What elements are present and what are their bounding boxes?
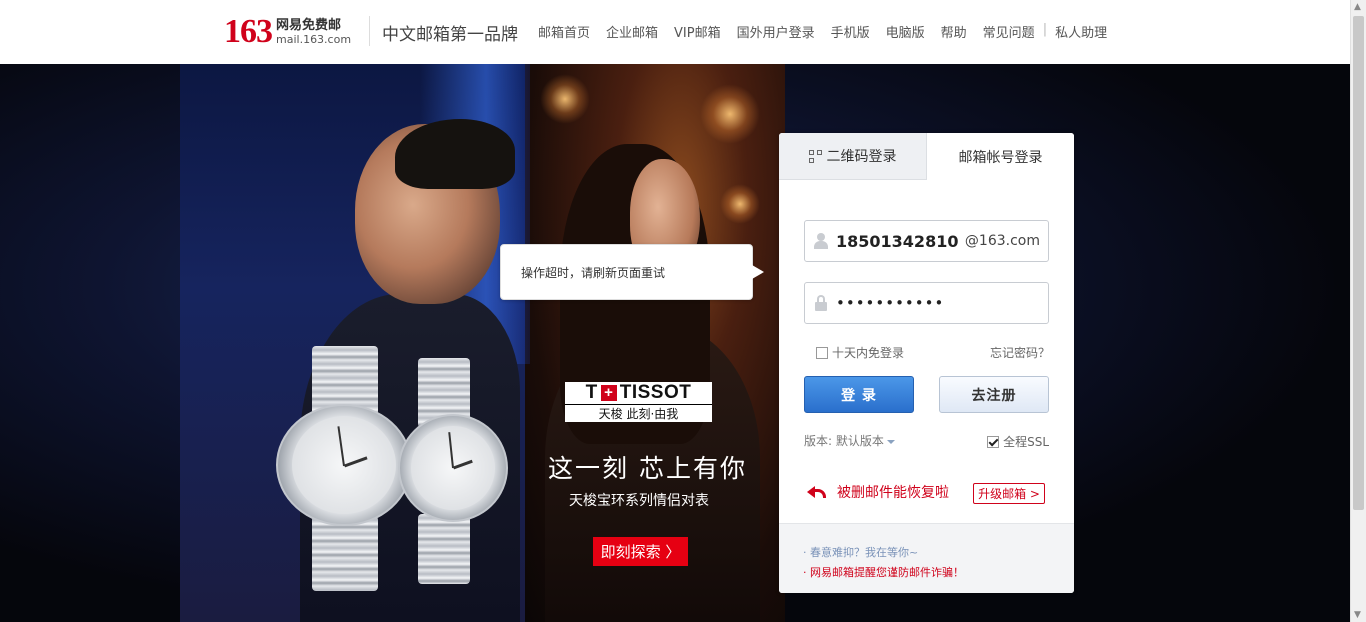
header-divider — [369, 16, 370, 46]
logo-en-text: mail.163.com — [276, 33, 352, 47]
scrollbar-thumb[interactable] — [1353, 16, 1364, 510]
upgrade-mailbox-button[interactable]: 升级邮箱 > — [973, 483, 1045, 504]
man-figure-hair — [395, 119, 515, 189]
tooltip-arrow — [752, 265, 764, 279]
tissot-logo[interactable]: T + TISSOT 天梭 此刻·由我 — [565, 382, 712, 422]
chevron-down-icon — [886, 439, 895, 444]
watch-strap-bottom — [312, 516, 378, 591]
version-label: 版本: 默认版本 — [804, 434, 884, 448]
login-panel: 二维码登录 邮箱帐号登录 18501342810 @163.com ••••••… — [779, 133, 1074, 593]
nav-separator: | — [1042, 22, 1048, 37]
tab-qr-login[interactable]: 二维码登录 — [779, 133, 927, 180]
logo-163[interactable]: 163 网易免费邮 mail.163.com — [224, 14, 351, 50]
nav-link-faq[interactable]: 常见问题 — [983, 22, 1035, 41]
nav-link-help[interactable]: 帮助 — [941, 22, 967, 41]
login-footer: · 春意难抑？我在等你~ · 网易邮箱提醒您谨防邮件诈骗！ — [779, 523, 1074, 593]
tissot-letter: T — [585, 382, 598, 403]
remember-label: 十天内免登录 — [832, 346, 905, 360]
top-nav: 邮箱首页 企业邮箱 VIP邮箱 国外用户登录 手机版 电脑版 帮助 常见问题 |… — [538, 22, 1123, 41]
recover-text[interactable]: 被删邮件能恢复啦 — [837, 482, 949, 502]
login-button[interactable]: 登 录 — [804, 376, 914, 413]
tab-account-login[interactable]: 邮箱帐号登录 — [927, 133, 1074, 180]
bokeh-light — [720, 184, 760, 224]
undo-arrow-icon — [807, 484, 827, 500]
logo-text-block: 网易免费邮 mail.163.com — [276, 18, 351, 47]
qr-code-icon — [808, 149, 822, 163]
tissot-cross-icon: + — [600, 385, 617, 401]
tab-account-label: 邮箱帐号登录 — [958, 149, 1043, 166]
timeout-message: 操作超时，请刷新页面重试 — [521, 266, 666, 280]
ssl-checkbox[interactable] — [987, 435, 1000, 448]
nav-link-enterprise[interactable]: 企业邮箱 — [606, 22, 658, 41]
password-input[interactable]: ••••••••••• — [836, 294, 944, 312]
watch-strap-bottom — [418, 514, 470, 584]
register-button[interactable]: 去注册 — [939, 376, 1049, 413]
tissot-name: TISSOT — [619, 382, 692, 403]
password-field[interactable]: ••••••••••• — [804, 282, 1049, 324]
nav-link-overseas-login[interactable]: 国外用户登录 — [737, 22, 815, 41]
ssl-option[interactable]: 全程SSL — [987, 433, 1049, 450]
recover-promo[interactable]: 被删邮件能恢复啦 — [807, 482, 949, 502]
user-icon — [814, 233, 828, 249]
bokeh-light — [540, 74, 590, 124]
vertical-scrollbar[interactable]: ▲ ▼ — [1350, 0, 1366, 622]
bokeh-light — [700, 84, 760, 144]
footer-promo-link[interactable]: · 春意难抑？我在等你~ — [803, 544, 918, 560]
nav-link-assistant[interactable]: 私人助理 — [1055, 22, 1107, 41]
version-selector[interactable]: 版本: 默认版本 — [804, 432, 895, 449]
remember-checkbox[interactable] — [816, 346, 828, 359]
login-form: 18501342810 @163.com ••••••••••• 十天内免登录 … — [779, 180, 1074, 523]
nav-link-mobile[interactable]: 手机版 — [831, 22, 870, 41]
timeout-tooltip: 操作超时，请刷新页面重试 — [500, 244, 764, 300]
ad-subheadline: 天梭宝环系列情侣对表 — [569, 493, 709, 509]
scroll-up-icon[interactable]: ▲ — [1354, 2, 1361, 12]
ad-headline: 这一刻 芯上有你 — [548, 454, 747, 483]
lock-icon — [814, 295, 828, 311]
username-input[interactable]: 18501342810 — [836, 232, 965, 251]
tissot-wordmark: T + TISSOT — [565, 382, 712, 404]
top-header: 163 网易免费邮 mail.163.com 中文邮箱第一品牌 邮箱首页 企业邮… — [0, 0, 1350, 64]
login-tabs: 二维码登录 邮箱帐号登录 — [779, 133, 1074, 180]
nav-link-vip[interactable]: VIP邮箱 — [674, 22, 721, 41]
slogan: 中文邮箱第一品牌 — [382, 25, 518, 45]
logo-number: 163 — [224, 13, 273, 50]
footer-fraud-warning[interactable]: · 网易邮箱提醒您谨防邮件诈骗！ — [803, 564, 964, 580]
nav-link-desktop[interactable]: 电脑版 — [886, 22, 925, 41]
explore-now-button[interactable]: 即刻探索 〉 — [593, 537, 688, 566]
domain-suffix: @163.com — [964, 233, 1040, 249]
scroll-down-icon[interactable]: ▼ — [1354, 610, 1361, 620]
tab-qr-label: 二维码登录 — [826, 149, 897, 165]
ssl-label: 全程SSL — [1003, 435, 1049, 449]
tissot-tagline: 天梭 此刻·由我 — [565, 404, 712, 422]
username-field[interactable]: 18501342810 @163.com — [804, 220, 1049, 262]
remember-login[interactable]: 十天内免登录 — [816, 344, 904, 361]
forgot-password-link[interactable]: 忘记密码？ — [990, 344, 1050, 361]
logo-cn-text: 网易免费邮 — [276, 17, 342, 33]
nav-link-mail-home[interactable]: 邮箱首页 — [538, 22, 590, 41]
